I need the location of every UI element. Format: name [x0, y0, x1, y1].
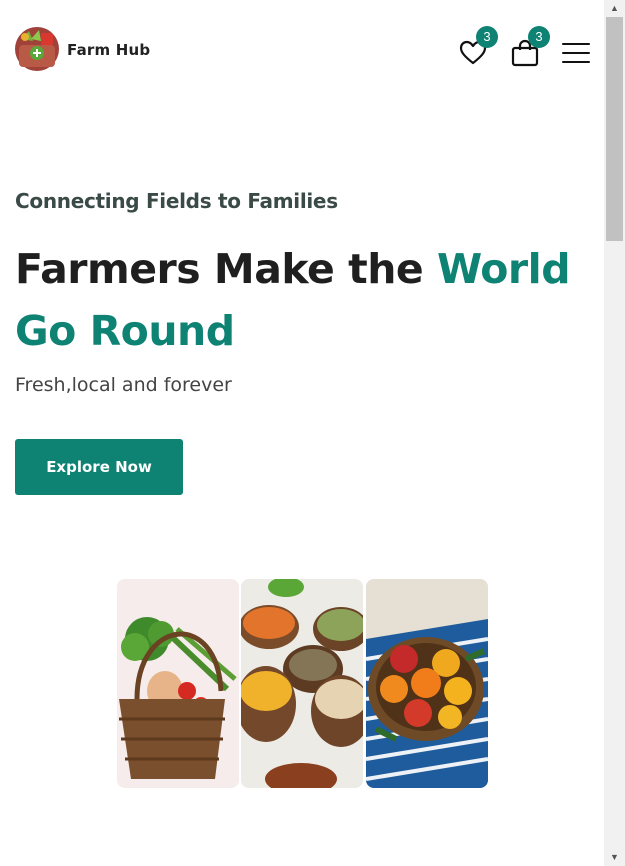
page: Farm Hub 3 3 Connecting Fields to Famili… — [0, 0, 604, 866]
hero-tagline: Connecting Fields to Families — [15, 189, 338, 213]
scroll-down-arrow-icon[interactable]: ▼ — [604, 849, 625, 866]
explore-now-button[interactable]: Explore Now — [15, 439, 183, 495]
wishlist-button[interactable]: 3 — [458, 26, 498, 68]
fruit-basket-image — [366, 579, 488, 788]
hero-subtitle: Fresh,local and forever — [15, 374, 232, 396]
wishlist-count-badge: 3 — [476, 26, 498, 48]
scrollbar-thumb[interactable] — [606, 17, 623, 241]
site-header: Farm Hub 3 3 — [0, 0, 604, 100]
menu-line — [562, 52, 590, 54]
scroll-up-arrow-icon[interactable]: ▲ — [604, 0, 625, 17]
cart-count-badge: 3 — [528, 26, 550, 48]
cart-button[interactable]: 3 — [510, 26, 550, 68]
grains-and-pulses-image — [241, 579, 363, 788]
menu-line — [562, 43, 590, 45]
vegetable-basket-image — [117, 579, 239, 788]
brand-name[interactable]: Farm Hub — [67, 41, 150, 59]
headline-main: Farmers Make the — [15, 245, 437, 293]
menu-line — [562, 61, 590, 63]
hero-headline: Farmers Make the World Go Round — [15, 238, 575, 362]
hamburger-menu-icon[interactable] — [562, 43, 590, 65]
farm-hub-logo[interactable] — [15, 27, 59, 71]
page-scrollbar[interactable]: ▲ ▼ — [604, 0, 625, 866]
